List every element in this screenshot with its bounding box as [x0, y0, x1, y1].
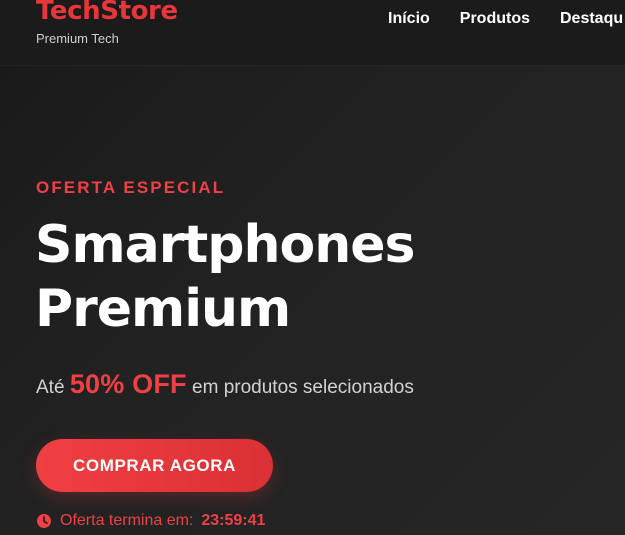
site-header: TechStore Premium Tech Início Produtos D…	[0, 0, 625, 65]
nav-link-produtos[interactable]: Produtos	[460, 10, 530, 28]
nav-link-destaques[interactable]: Destaqu	[560, 10, 623, 28]
buy-now-button[interactable]: COMPRAR AGORA	[36, 439, 273, 492]
hero-title-line-1: Smartphones	[35, 215, 415, 275]
brand-logo[interactable]: TechStore	[36, 0, 178, 27]
offer-prefix: Até	[36, 377, 65, 398]
hero-title-line-2: Premium	[35, 279, 291, 339]
offer-countdown: Oferta termina em: 23:59:41	[36, 511, 265, 531]
main-navigation: Início Produtos Destaqu	[388, 10, 623, 28]
brand-tagline: Premium Tech	[36, 31, 119, 46]
countdown-time: 23:59:41	[201, 512, 266, 529]
discount-percentage: 50% OFF	[69, 369, 187, 399]
discount-message: Até 50% OFF em produtos selecionados	[36, 371, 414, 401]
countdown-label: Oferta termina em:	[60, 512, 194, 529]
nav-link-inicio[interactable]: Início	[388, 10, 430, 28]
special-offer-label: OFERTA ESPECIAL	[36, 178, 226, 197]
hero-title: Smartphones Premium	[35, 213, 415, 341]
techstore-hero-page: TechStore Premium Tech Início Produtos D…	[0, 0, 625, 535]
offer-suffix: em produtos selecionados	[192, 377, 414, 398]
clock-icon	[36, 513, 52, 529]
